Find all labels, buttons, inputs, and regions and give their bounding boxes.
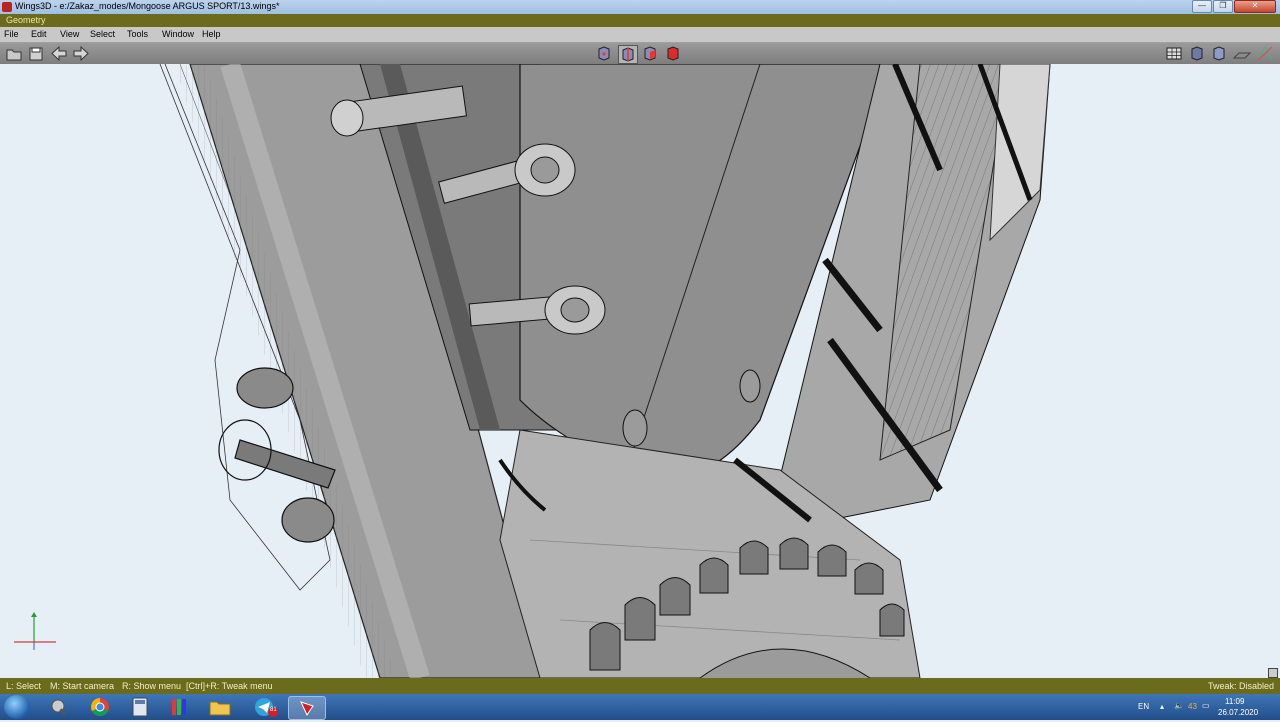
redo-icon[interactable] — [72, 45, 90, 62]
wings3d-app-icon — [2, 2, 12, 12]
start-button[interactable] — [4, 695, 30, 719]
face-mode-icon[interactable] — [641, 45, 659, 62]
menu-file[interactable]: File — [4, 29, 19, 39]
status-mmb: M: Start camera — [50, 681, 115, 691]
toolbar — [0, 43, 1280, 64]
vertex-mode-icon[interactable] — [595, 45, 613, 62]
menu-view[interactable]: View — [60, 29, 79, 39]
model-render — [14, 64, 1051, 678]
app-icon[interactable] — [162, 696, 198, 718]
telegram-icon[interactable]: 81 — [246, 696, 282, 718]
clock-date[interactable]: 26.07.2020 — [1218, 708, 1258, 717]
open-icon[interactable] — [5, 45, 23, 62]
perspective-icon[interactable] — [1256, 45, 1274, 62]
body-mode-icon[interactable] — [664, 45, 682, 62]
menu-edit[interactable]: Edit — [31, 29, 47, 39]
menu-bar: File Edit View Select Tools Window Help — [0, 27, 1280, 43]
groundplane-icon[interactable] — [1233, 45, 1251, 62]
resize-handle[interactable] — [1268, 668, 1278, 678]
system-tray: EN ▴ 🔈 43 ▭ 11:09 26.07.2020 — [1120, 694, 1280, 720]
geometry-viewport[interactable] — [0, 64, 1280, 678]
menu-select[interactable]: Select — [90, 29, 115, 39]
minimize-button[interactable]: — — [1192, 0, 1212, 13]
search-icon[interactable] — [42, 696, 78, 718]
status-ctrl-rmb: [Ctrl]+R: Tweak menu — [186, 681, 273, 691]
smooth-shade-icon[interactable] — [1188, 45, 1206, 62]
windows-taskbar: 81 EN ▴ 🔈 43 ▭ 11:09 26.07.2020 — [0, 694, 1280, 720]
status-lmb: L: Select — [6, 681, 42, 691]
notification-icon[interactable]: ▭ — [1202, 701, 1210, 710]
tray-chevron-icon[interactable]: ▴ — [1160, 702, 1164, 711]
status-bar: L: Select M: Start camera R: Show menu [… — [0, 678, 1280, 694]
window-titlebar[interactable]: Wings3D - e:/Zakaz_modes/Mongoose ARGUS … — [0, 0, 1280, 14]
folder-icon[interactable] — [202, 696, 238, 718]
chrome-icon[interactable] — [82, 696, 118, 718]
language-indicator[interactable]: EN — [1138, 702, 1149, 711]
status-tweak: Tweak: Disabled — [1207, 681, 1274, 691]
close-button[interactable]: ✕ — [1234, 0, 1276, 13]
menu-window[interactable]: Window — [162, 29, 194, 39]
wings3d-icon[interactable] — [288, 696, 326, 720]
calculator-icon[interactable] — [122, 696, 158, 718]
geometry-window-header[interactable]: Geometry — [0, 14, 1280, 27]
save-icon[interactable] — [27, 45, 45, 62]
geometry-window-title: Geometry — [6, 15, 46, 25]
edge-mode-icon[interactable] — [618, 45, 638, 64]
menu-help[interactable]: Help — [202, 29, 221, 39]
status-rmb: R: Show menu — [122, 681, 182, 691]
window-title: Wings3D - e:/Zakaz_modes/Mongoose ARGUS … — [15, 1, 280, 11]
restore-button[interactable]: ❐ — [1213, 0, 1233, 13]
volume-icon[interactable]: 🔈 — [1174, 701, 1184, 710]
volume-level: 43 — [1188, 702, 1197, 711]
window-controls: — ❐ ✕ — [1192, 0, 1276, 14]
menu-tools[interactable]: Tools — [127, 29, 148, 39]
wire-shade-icon[interactable] — [1210, 45, 1228, 62]
clock-time[interactable]: 11:09 — [1225, 697, 1244, 706]
telegram-badge: 81 — [270, 707, 277, 713]
grid-icon[interactable] — [1165, 45, 1183, 62]
undo-icon[interactable] — [50, 45, 68, 62]
